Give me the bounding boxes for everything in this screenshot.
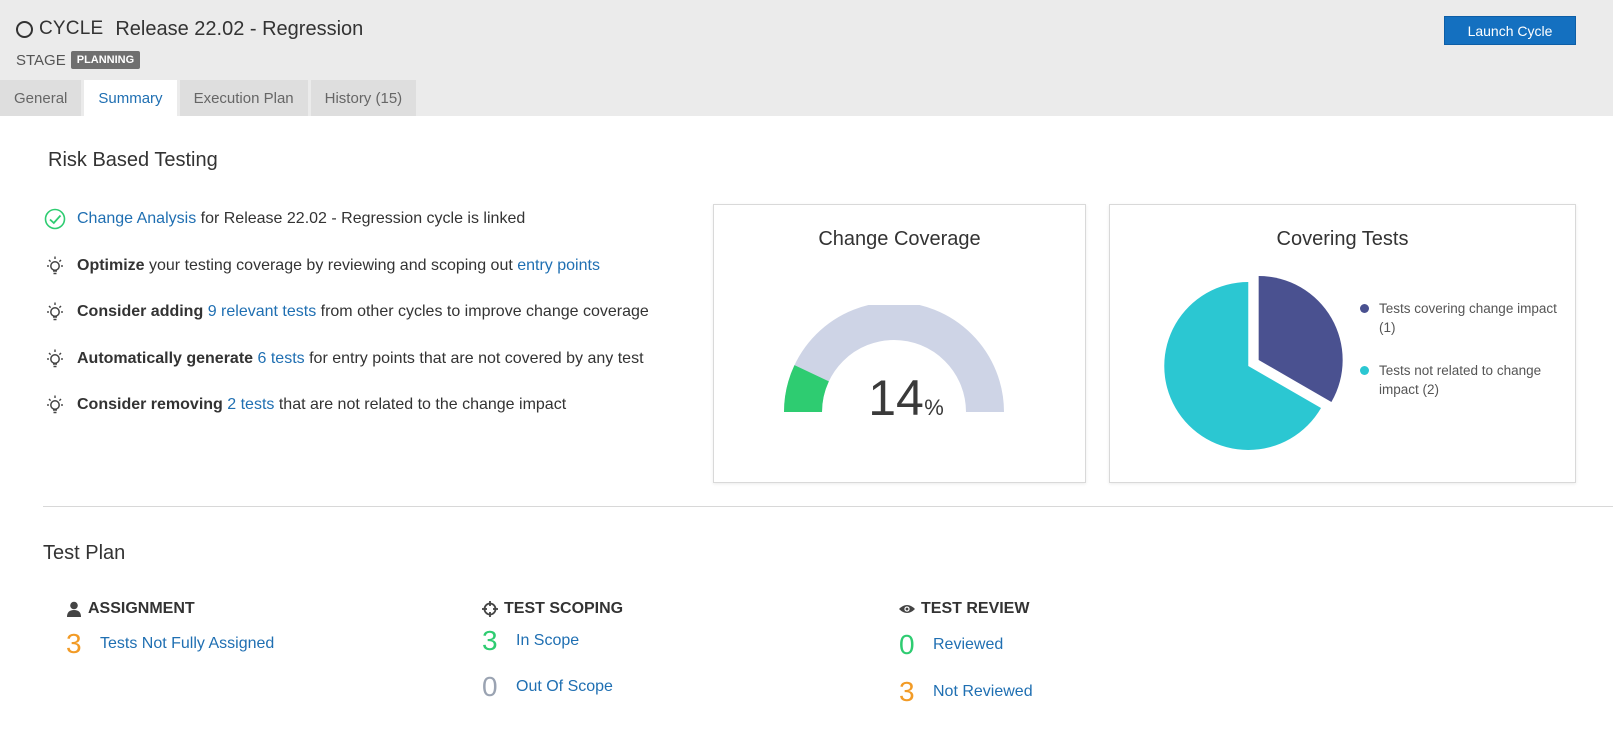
gauge-fill <box>784 365 830 413</box>
rbt-emphasis: Consider adding <box>77 303 204 321</box>
rbt-item: Automatically generate 6 tests for entry… <box>44 336 649 383</box>
tab-execution-plan[interactable]: Execution Plan <box>179 80 308 116</box>
rbt-text: from other cycles to improve change cove… <box>316 303 649 321</box>
test-review-heading-label: TEST REVIEW <box>921 600 1030 617</box>
out-of-scope-count: 0 <box>482 671 498 702</box>
stage-badge: PLANNING <box>70 51 141 69</box>
in-scope-count: 3 <box>482 625 498 656</box>
cycle-kind-label: CYCLE <box>39 18 104 39</box>
cycle-status-icon <box>16 20 33 38</box>
rbt-text: for entry points that are not covered by… <box>304 349 644 367</box>
legend-item: Tests covering change impact (1) <box>1360 299 1565 337</box>
legend-dot <box>1360 304 1369 313</box>
rbt-link[interactable]: Change Analysis <box>77 210 196 228</box>
check-circle-icon <box>44 208 66 230</box>
coverage-unit: % <box>924 395 944 420</box>
assignment-section: ASSIGNMENT 3 Tests Not Fully Assigned <box>66 598 274 663</box>
rbt-text: that are not related to the change impac… <box>274 396 567 414</box>
test-review-section: TEST REVIEW 0 Reviewed 3 Not Reviewed <box>899 598 1033 711</box>
tab-bar: General Summary Execution Plan History (… <box>0 80 419 116</box>
user-icon <box>66 600 82 618</box>
rbt-link[interactable]: 2 tests <box>227 396 274 414</box>
rbt-item: Optimize your testing coverage by review… <box>44 243 649 290</box>
legend-dot <box>1360 366 1369 375</box>
cycle-title: Release 22.02 - Regression <box>115 17 364 40</box>
section-divider <box>43 506 1613 507</box>
change-coverage-gauge: 14 % <box>784 305 1004 426</box>
rbt-text: for Release 22.02 - Regression cycle is … <box>196 210 526 228</box>
covering-tests-pie <box>1164 276 1343 450</box>
reviewed-count: 0 <box>899 629 915 660</box>
rbt-emphasis: Consider removing <box>77 396 223 414</box>
eye-icon <box>899 600 915 618</box>
covering-tests-title: Covering Tests <box>1276 228 1409 250</box>
in-scope-row[interactable]: 3 In Scope <box>482 622 623 660</box>
crosshair-icon <box>482 600 498 618</box>
pie-legend: Tests covering change impact (1) Tests n… <box>1360 299 1565 423</box>
tab-summary[interactable]: Summary <box>84 80 177 116</box>
rbt-link[interactable]: entry points <box>517 257 600 275</box>
tab-history[interactable]: History (15) <box>310 80 417 116</box>
assignment-row[interactable]: 3 Tests Not Fully Assigned <box>66 625 274 663</box>
test-scoping-section: TEST SCOPING 3 In Scope 0 Out Of Scope <box>482 598 623 706</box>
covering-tests-card: Covering Tests Tests covering change imp… <box>1109 204 1576 483</box>
coverage-value: 14 <box>868 370 924 426</box>
lightbulb-icon <box>44 255 66 277</box>
risk-based-testing-list: Change Analysis for Release 22.02 - Regr… <box>44 196 649 429</box>
legend-label: Tests not related to change impact (2) <box>1379 363 1542 397</box>
risk-based-testing-title: Risk Based Testing <box>48 149 218 171</box>
rbt-item: Consider adding 9 relevant tests from ot… <box>44 289 649 336</box>
lightbulb-icon <box>44 394 66 416</box>
out-of-scope-row[interactable]: 0 Out Of Scope <box>482 668 623 706</box>
test-scoping-heading-label: TEST SCOPING <box>504 600 624 617</box>
rbt-link[interactable]: 6 tests <box>258 350 305 368</box>
cycle-title-line: CYCLE Release 22.02 - Regression <box>16 17 363 41</box>
not-reviewed-row[interactable]: 3 Not Reviewed <box>899 673 1033 711</box>
rbt-item: Change Analysis for Release 22.02 - Regr… <box>44 196 649 243</box>
launch-cycle-button[interactable]: Launch Cycle <box>1444 16 1576 45</box>
change-coverage-card: Change Coverage 14 % <box>713 204 1086 483</box>
reviewed-row[interactable]: 0 Reviewed <box>899 626 1033 664</box>
rbt-item: Consider removing 2 tests that are not r… <box>44 382 649 429</box>
test-scoping-heading: TEST SCOPING <box>482 598 623 620</box>
lightbulb-icon <box>44 301 66 323</box>
rbt-emphasis: Optimize <box>77 256 145 274</box>
not-reviewed-count: 3 <box>899 676 915 707</box>
not-assigned-link[interactable]: Tests Not Fully Assigned <box>100 635 274 653</box>
reviewed-link[interactable]: Reviewed <box>933 636 1003 654</box>
stage-line: STAGE PLANNING <box>16 51 141 69</box>
stage-label: STAGE <box>16 51 66 69</box>
assignment-heading: ASSIGNMENT <box>66 598 274 620</box>
not-reviewed-link[interactable]: Not Reviewed <box>933 683 1033 701</box>
not-assigned-count: 3 <box>66 628 82 659</box>
cycle-header: CYCLE Release 22.02 - Regression STAGE P… <box>0 0 1613 116</box>
change-coverage-title: Change Coverage <box>818 228 981 250</box>
rbt-link[interactable]: 9 relevant tests <box>208 303 317 321</box>
test-review-heading: TEST REVIEW <box>899 598 1033 620</box>
assignment-heading-label: ASSIGNMENT <box>88 600 195 617</box>
summary-panel: Risk Based Testing Change Analysis for R… <box>0 116 1613 746</box>
out-of-scope-link[interactable]: Out Of Scope <box>516 678 613 696</box>
rbt-text: your testing coverage by reviewing and s… <box>144 256 518 274</box>
legend-label: Tests covering change impact (1) <box>1379 301 1557 335</box>
lightbulb-icon <box>44 348 66 370</box>
test-plan-title: Test Plan <box>43 542 126 564</box>
rbt-emphasis: Automatically generate <box>77 349 254 367</box>
tab-general[interactable]: General <box>0 80 82 116</box>
in-scope-link[interactable]: In Scope <box>516 632 579 650</box>
legend-item: Tests not related to change impact (2) <box>1360 361 1565 399</box>
